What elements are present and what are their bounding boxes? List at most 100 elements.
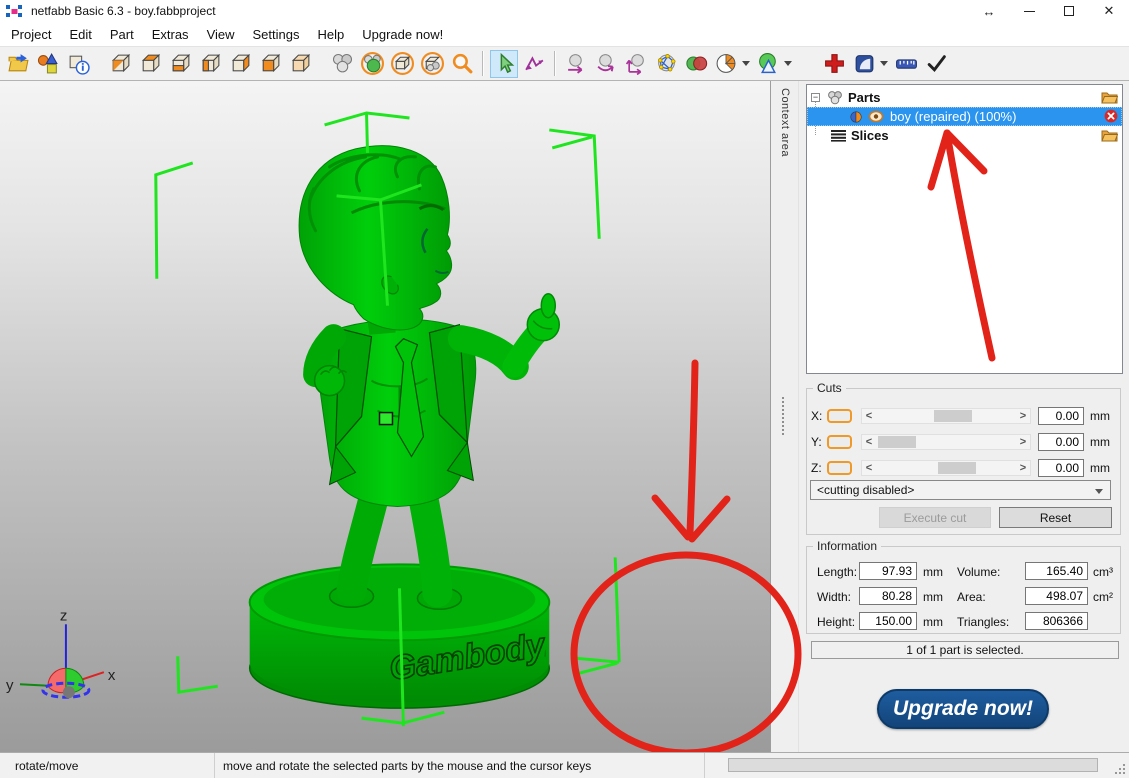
window-close-button[interactable]: ✕ xyxy=(1089,0,1129,22)
new-analysis-menu-caret[interactable] xyxy=(880,61,888,66)
area-value[interactable] xyxy=(1025,587,1088,605)
cut-z-value-input[interactable] xyxy=(1038,459,1084,477)
show-bounding-box-icon[interactable] xyxy=(388,50,416,78)
edit-mesh-icon[interactable] xyxy=(652,50,680,78)
window-maximize-button[interactable] xyxy=(1049,0,1089,22)
cut-z-slider[interactable]: < > xyxy=(861,460,1031,476)
show-all-parts-icon[interactable] xyxy=(328,50,356,78)
triangles-label: Triangles: xyxy=(957,615,1009,629)
analysis-menu-icon[interactable] xyxy=(712,50,740,78)
menu-upgrade-now[interactable]: Upgrade now! xyxy=(353,24,452,45)
cut-x-slider-thumb[interactable] xyxy=(934,410,972,422)
view-cube-corner-icon[interactable] xyxy=(226,50,254,78)
cutting-mode-dropdown[interactable]: <cutting disabled> xyxy=(810,480,1111,500)
execute-cut-button[interactable]: Execute cut xyxy=(879,507,991,528)
compare-parts-icon[interactable] xyxy=(682,50,710,78)
cut-z-toggle[interactable] xyxy=(827,461,852,475)
splitter-grip[interactable] xyxy=(782,397,784,435)
remove-part-icon[interactable] xyxy=(1104,109,1118,126)
rotate-part-icon[interactable] xyxy=(592,50,620,78)
area-label: Area: xyxy=(957,590,986,604)
menu-project[interactable]: Project xyxy=(2,24,60,45)
cut-y-slider-thumb[interactable] xyxy=(878,436,916,448)
slider-left-arrow[interactable]: < xyxy=(862,409,876,423)
slider-right-arrow[interactable]: > xyxy=(1016,461,1030,475)
reset-button[interactable]: Reset xyxy=(999,507,1112,528)
slider-right-arrow[interactable]: > xyxy=(1016,435,1030,449)
menu-extras[interactable]: Extras xyxy=(143,24,198,45)
cut-y-slider[interactable]: < > xyxy=(861,434,1031,450)
parts-node-label: Parts xyxy=(848,90,881,105)
window-resize-button[interactable]: ↔ xyxy=(969,0,1009,22)
view-cube-top-icon[interactable] xyxy=(136,50,164,78)
show-parts-in-box-icon[interactable] xyxy=(418,50,446,78)
triangles-value[interactable] xyxy=(1025,612,1088,630)
apply-check-icon[interactable] xyxy=(922,50,950,78)
context-area-strip[interactable]: Context area xyxy=(771,81,799,752)
cut-x-toggle[interactable] xyxy=(827,409,852,423)
title-bar: netfabb Basic 6.3 - boy.fabbproject ↔ ✕ xyxy=(0,0,1129,22)
support-menu-caret[interactable] xyxy=(784,61,792,66)
tree-node-slices[interactable]: Slices xyxy=(807,126,1122,145)
status-bar: rotate/move move and rotate the selected… xyxy=(0,752,1129,778)
tree-expander-icon[interactable]: − xyxy=(811,93,820,102)
toolbar xyxy=(0,46,1129,81)
view-cube-diagonal-icon[interactable] xyxy=(106,50,134,78)
part-item-label: boy (repaired) (100%) xyxy=(890,109,1016,124)
slider-left-arrow[interactable]: < xyxy=(862,435,876,449)
scale-part-icon[interactable] xyxy=(622,50,650,78)
volume-label: Volume: xyxy=(957,565,1000,579)
zoom-tool-icon[interactable] xyxy=(448,50,476,78)
cut-z-unit: mm xyxy=(1090,461,1110,475)
support-menu-icon[interactable] xyxy=(754,50,782,78)
slices-node-label: Slices xyxy=(851,128,889,143)
slider-right-arrow[interactable]: > xyxy=(1016,409,1030,423)
window-title: netfabb Basic 6.3 - boy.fabbproject xyxy=(31,4,216,18)
axis-y-label: y xyxy=(6,677,14,694)
menu-help[interactable]: Help xyxy=(309,24,354,45)
slider-left-arrow[interactable]: < xyxy=(862,461,876,475)
repair-part-icon[interactable] xyxy=(820,50,848,78)
new-analysis-menu-icon[interactable] xyxy=(850,50,878,78)
visibility-eye-icon[interactable] xyxy=(868,110,884,123)
cuts-title: Cuts xyxy=(813,381,846,395)
cut-x-slider[interactable]: < > xyxy=(861,408,1031,424)
parts-group-icon xyxy=(827,90,843,105)
cut-y-toggle[interactable] xyxy=(827,435,852,449)
cut-x-value-input[interactable] xyxy=(1038,407,1084,425)
select-tool-icon[interactable] xyxy=(490,50,518,78)
resize-grip[interactable] xyxy=(1115,764,1125,774)
part-info-icon[interactable] xyxy=(64,50,92,78)
cut-z-slider-thumb[interactable] xyxy=(938,462,976,474)
cut-y-value-input[interactable] xyxy=(1038,433,1084,451)
show-selected-part-icon[interactable] xyxy=(358,50,386,78)
menu-edit[interactable]: Edit xyxy=(60,24,100,45)
menu-view[interactable]: View xyxy=(198,24,244,45)
open-project-icon[interactable] xyxy=(4,50,32,78)
length-value[interactable] xyxy=(859,562,917,580)
upgrade-now-button[interactable]: Upgrade now! xyxy=(877,689,1049,729)
tree-node-boy-selected[interactable]: boy (repaired) (100%) xyxy=(807,107,1122,126)
chevron-down-icon xyxy=(1095,489,1103,494)
menu-part[interactable]: Part xyxy=(101,24,143,45)
netfabb-logo-icon xyxy=(6,5,23,18)
slices-load-folder-icon[interactable] xyxy=(1101,128,1118,145)
view-cube-all-icon[interactable] xyxy=(286,50,314,78)
volume-value[interactable] xyxy=(1025,562,1088,580)
width-value[interactable] xyxy=(859,587,917,605)
menu-settings[interactable]: Settings xyxy=(244,24,309,45)
measure-tool-icon[interactable] xyxy=(892,50,920,78)
view-cube-bottom-icon[interactable] xyxy=(166,50,194,78)
add-primitive-part-icon[interactable] xyxy=(34,50,62,78)
rotate-view-tool-icon[interactable] xyxy=(520,50,548,78)
view-cube-left-icon[interactable] xyxy=(196,50,224,78)
move-part-icon[interactable] xyxy=(562,50,590,78)
window-minimize-button[interactable] xyxy=(1009,0,1049,22)
analysis-menu-caret[interactable] xyxy=(742,61,750,66)
viewport-3d[interactable]: Gambody.c xyxy=(0,81,771,752)
view-cube-front-icon[interactable] xyxy=(256,50,284,78)
parts-load-folder-icon[interactable] xyxy=(1101,90,1118,107)
cut-x-unit: mm xyxy=(1090,409,1110,423)
height-value[interactable] xyxy=(859,612,917,630)
tree-node-parts[interactable]: − Parts xyxy=(807,88,1122,107)
